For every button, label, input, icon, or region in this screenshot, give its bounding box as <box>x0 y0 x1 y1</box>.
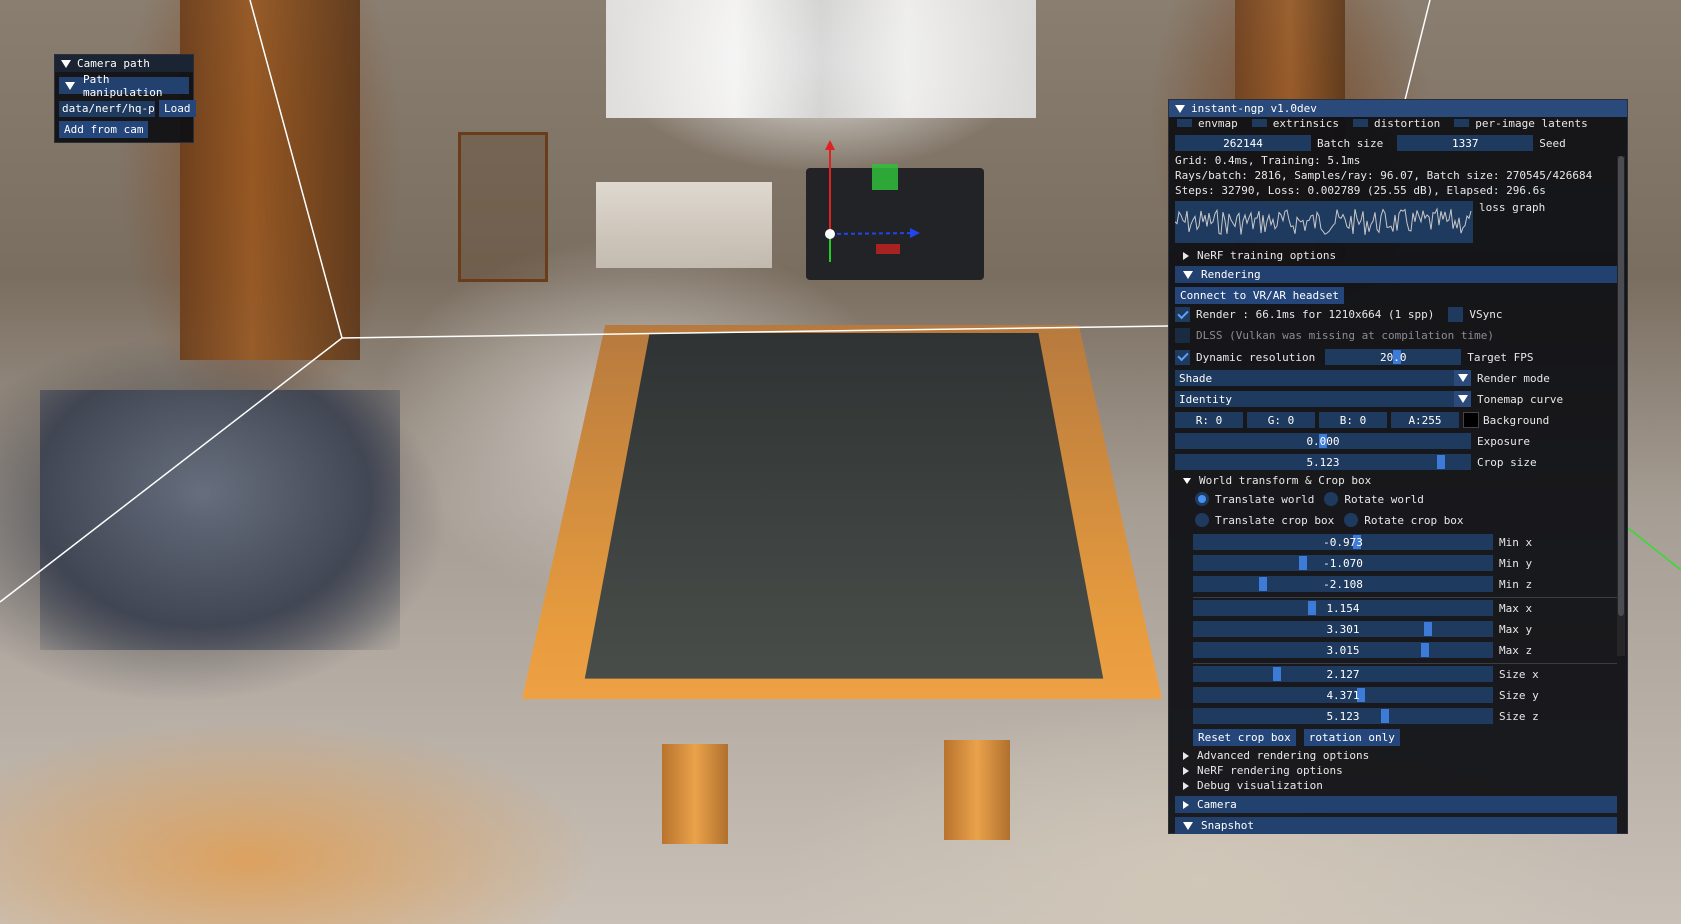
chevron-down-icon[interactable] <box>1454 391 1471 407</box>
step-stats: Steps: 32790, Loss: 0.002789 (25.55 dB),… <box>1175 184 1546 197</box>
crop-box-edge <box>249 0 343 339</box>
collapse-icon <box>65 81 75 90</box>
background-g-input[interactable]: G: 0 <box>1247 412 1315 428</box>
debug-visualization-node[interactable]: Debug visualization <box>1183 779 1323 792</box>
timing-stats: Grid: 0.4ms, Training: 5.1ms <box>1175 154 1361 167</box>
instant-ngp-window[interactable]: instant-ngp v1.0dev envmap extrinsics di… <box>1168 99 1628 834</box>
background-color-swatch[interactable] <box>1463 412 1479 428</box>
background-a-input[interactable]: A:255 <box>1391 412 1459 428</box>
size-y-slider[interactable]: 4.371 <box>1193 687 1493 703</box>
separator <box>1193 597 1617 598</box>
size-x-slider[interactable]: 2.127 <box>1193 666 1493 682</box>
tonemap-curve-combo[interactable]: Identity <box>1175 391 1471 407</box>
envmap-checkbox[interactable] <box>1177 119 1192 127</box>
background-b-input[interactable]: B: 0 <box>1319 412 1387 428</box>
slider-grab[interactable] <box>1273 667 1281 681</box>
crop-box-edge <box>341 325 1169 339</box>
crop-size-slider[interactable]: 5.123 <box>1175 454 1471 470</box>
nerf-rendering-node[interactable]: NeRF rendering options <box>1183 764 1343 777</box>
crop-box-edge <box>0 337 343 603</box>
gizmo-y-arrow <box>825 140 835 150</box>
snapshot-header[interactable]: Snapshot <box>1175 817 1617 834</box>
rendering-header[interactable]: Rendering <box>1175 266 1617 283</box>
camera-path-title: Camera path <box>77 57 150 70</box>
distortion-checkbox[interactable] <box>1352 119 1368 127</box>
gizmo-x-arrow <box>910 228 920 238</box>
max-z-slider[interactable]: 3.015 <box>1193 642 1493 658</box>
batch-size-input[interactable]: 262144 <box>1175 135 1311 151</box>
path-manipulation-header[interactable]: Path manipulation <box>59 73 189 99</box>
background-r-input[interactable]: R: 0 <box>1175 412 1243 428</box>
collapse-icon[interactable] <box>61 59 71 68</box>
vsync-checkbox[interactable] <box>1448 307 1464 322</box>
min-y-slider[interactable]: -1.070 <box>1193 555 1493 571</box>
translate-world-radio[interactable] <box>1195 492 1209 506</box>
seed-input[interactable]: 1337 <box>1397 135 1534 151</box>
slider-grab[interactable] <box>1259 577 1267 591</box>
expand-icon <box>1183 800 1189 809</box>
slider-grab[interactable] <box>1308 601 1316 615</box>
nerf-training-options-node[interactable]: NeRF training options <box>1183 249 1336 262</box>
target-fps-slider[interactable]: 20.0 <box>1325 349 1462 365</box>
gizmo-plane-handle <box>876 244 900 254</box>
camera-path-titlebar[interactable]: Camera path <box>55 55 193 72</box>
reset-crop-box-button[interactable]: Reset crop box <box>1193 729 1296 746</box>
expand-icon <box>1183 251 1189 260</box>
min-z-slider[interactable]: -2.108 <box>1193 576 1493 592</box>
translate-crop-radio[interactable] <box>1195 513 1209 527</box>
connect-vr-button[interactable]: Connect to VR/AR headset <box>1175 287 1344 304</box>
camera-header[interactable]: Camera <box>1175 796 1617 813</box>
gizmo-x-axis <box>829 232 917 235</box>
rotation-only-button[interactable]: rotation only <box>1303 729 1400 746</box>
ngp-titlebar[interactable]: instant-ngp v1.0dev <box>1169 100 1627 117</box>
camera-path-window[interactable]: Camera path Path manipulation data/nerf/… <box>54 54 196 143</box>
max-y-slider[interactable]: 3.301 <box>1193 621 1493 637</box>
slider-grab[interactable] <box>1381 709 1389 723</box>
exposure-slider[interactable]: 0.000 <box>1175 433 1471 449</box>
dlss-checkbox <box>1175 328 1190 343</box>
path-input[interactable]: data/nerf/hq-p <box>59 100 155 117</box>
gizmo-center <box>825 229 835 239</box>
render-checkbox[interactable] <box>1175 307 1190 322</box>
slider-grab[interactable] <box>1424 622 1432 636</box>
max-x-slider[interactable]: 1.154 <box>1193 600 1493 616</box>
collapse-icon <box>1183 270 1193 279</box>
load-button[interactable]: Load <box>159 100 196 117</box>
expand-icon <box>1183 781 1189 790</box>
axis-line-green <box>1627 527 1681 571</box>
slider-grab[interactable] <box>1299 556 1307 570</box>
scrollbar-thumb[interactable] <box>1618 156 1624 616</box>
min-x-slider[interactable]: -0.973 <box>1193 534 1493 550</box>
slider-grab[interactable] <box>1421 643 1429 657</box>
per-image-latents-checkbox[interactable] <box>1454 119 1470 127</box>
advanced-rendering-node[interactable]: Advanced rendering options <box>1183 749 1369 762</box>
separator <box>1193 663 1617 664</box>
dynamic-resolution-checkbox[interactable] <box>1175 349 1190 365</box>
chevron-down-icon[interactable] <box>1454 370 1471 386</box>
expand-icon <box>1183 751 1189 760</box>
slider-grab[interactable] <box>1437 455 1445 469</box>
extrinsics-checkbox[interactable] <box>1251 119 1267 127</box>
collapse-icon <box>1183 821 1193 830</box>
collapse-icon[interactable] <box>1175 104 1185 113</box>
add-from-cam-button[interactable]: Add from cam <box>59 121 149 138</box>
size-z-slider[interactable]: 5.123 <box>1193 708 1493 724</box>
ray-stats: Rays/batch: 2816, Samples/ray: 96.07, Ba… <box>1175 169 1593 182</box>
crop-box-edge <box>1404 0 1431 101</box>
gizmo-plane-handle <box>872 164 898 190</box>
rotate-crop-radio[interactable] <box>1344 513 1359 527</box>
ngp-title: instant-ngp v1.0dev <box>1191 102 1317 115</box>
collapse-icon <box>1183 477 1191 484</box>
loss-graph <box>1175 201 1473 243</box>
rotate-world-radio[interactable] <box>1324 492 1339 506</box>
render-mode-combo[interactable]: Shade <box>1175 370 1471 386</box>
ngp-scrollbar[interactable] <box>1617 156 1625 656</box>
world-transform-node[interactable]: World transform & Crop box <box>1183 474 1371 487</box>
expand-icon <box>1183 766 1189 775</box>
